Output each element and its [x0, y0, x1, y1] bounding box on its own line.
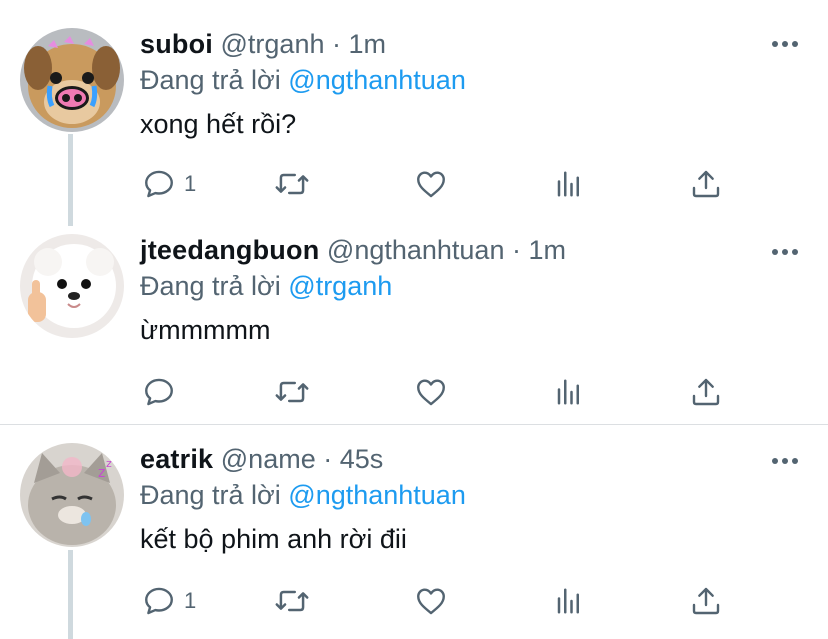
share-icon [692, 170, 720, 198]
share-button[interactable] [690, 166, 722, 202]
retweet-icon [275, 381, 309, 403]
share-button[interactable] [690, 583, 722, 619]
separator-dot: · [332, 29, 341, 59]
timestamp[interactable]: 1m [349, 29, 387, 59]
reply-icon [145, 170, 173, 198]
retweet-button[interactable] [274, 166, 310, 202]
timestamp[interactable]: 1m [529, 235, 567, 265]
white-dog-avatar-icon [20, 234, 124, 338]
retweet-button[interactable] [274, 374, 310, 410]
analytics-button[interactable] [554, 583, 584, 619]
display-name[interactable]: eatrik [140, 444, 213, 474]
user-handle[interactable]: @name [221, 444, 316, 474]
mention-link[interactable]: @ngthanhtuan [288, 65, 466, 95]
share-button[interactable] [690, 374, 722, 410]
replying-to: Đang trả lời @trganh [140, 270, 808, 302]
timestamp[interactable]: 45s [340, 444, 384, 474]
svg-text:z: z [98, 465, 105, 481]
tweet[interactable]: jteedangbuon @ngthanhtuan · 1m Đang trả … [0, 216, 828, 424]
tweet-header: suboi @trganh · 1m [140, 28, 808, 60]
analytics-icon [557, 379, 579, 405]
mention-link[interactable]: @ngthanhtuan [288, 480, 466, 510]
separator-dot: · [511, 235, 521, 265]
retweet-icon [275, 590, 309, 612]
tweet-header: eatrik @name · 45s [140, 443, 808, 475]
svg-text:z: z [106, 457, 112, 470]
retweet-button[interactable] [274, 583, 310, 619]
avatar[interactable]: z z [20, 443, 124, 547]
more-icon[interactable] [772, 248, 798, 256]
tweet[interactable]: suboi @trganh · 1m Đang trả lời @ngthanh… [0, 0, 828, 216]
puppy-filter-avatar-icon [20, 28, 124, 132]
display-name[interactable]: suboi [140, 29, 213, 59]
reply-prefix: Đang trả lời [140, 65, 281, 95]
tweet-text: kết bộ phim anh rời đii [140, 524, 407, 554]
tweet-text: ừmmmmm [140, 315, 271, 345]
sleepy-cat-avatar-icon: z z [20, 443, 124, 547]
user-handle[interactable]: @trganh [221, 29, 325, 59]
like-icon [417, 171, 445, 198]
separator-dot: · [323, 444, 333, 474]
display-name[interactable]: jteedangbuon [140, 235, 319, 265]
share-icon [692, 587, 720, 615]
tweet[interactable]: z z eatrik @name · 45s Đang trả lời @ngt… [0, 425, 828, 639]
tweet-text: xong hết rồi? [140, 109, 297, 139]
mention-link[interactable]: @trganh [288, 271, 392, 301]
reply-prefix: Đang trả lời [140, 271, 281, 301]
reply-button[interactable]: 1 [142, 166, 196, 202]
like-icon [417, 588, 445, 615]
more-icon[interactable] [772, 457, 798, 465]
analytics-button[interactable] [554, 166, 584, 202]
like-icon [417, 379, 445, 406]
more-icon[interactable] [772, 40, 798, 48]
analytics-icon [557, 588, 579, 614]
user-handle[interactable]: @ngthanhtuan [327, 235, 505, 265]
reply-icon [145, 587, 173, 615]
action-bar: 1 [140, 166, 740, 202]
replying-to: Đang trả lời @ngthanhtuan [140, 64, 808, 96]
like-button[interactable] [414, 583, 448, 619]
action-bar [140, 374, 740, 410]
reply-count: 1 [184, 171, 197, 196]
action-bar: 1 [140, 583, 740, 619]
analytics-icon [557, 171, 579, 197]
avatar[interactable] [20, 234, 124, 338]
tweet-header: jteedangbuon @ngthanhtuan · 1m [140, 234, 808, 266]
analytics-button[interactable] [554, 374, 584, 410]
like-button[interactable] [414, 166, 448, 202]
avatar[interactable] [20, 28, 124, 132]
replying-to: Đang trả lời @ngthanhtuan [140, 479, 808, 511]
share-icon [692, 378, 720, 406]
retweet-icon [275, 173, 309, 195]
reply-button[interactable] [142, 374, 184, 410]
reply-button[interactable]: 1 [142, 583, 196, 619]
reply-count: 1 [184, 588, 197, 613]
reply-icon [145, 378, 173, 406]
reply-prefix: Đang trả lời [140, 480, 281, 510]
like-button[interactable] [414, 374, 448, 410]
